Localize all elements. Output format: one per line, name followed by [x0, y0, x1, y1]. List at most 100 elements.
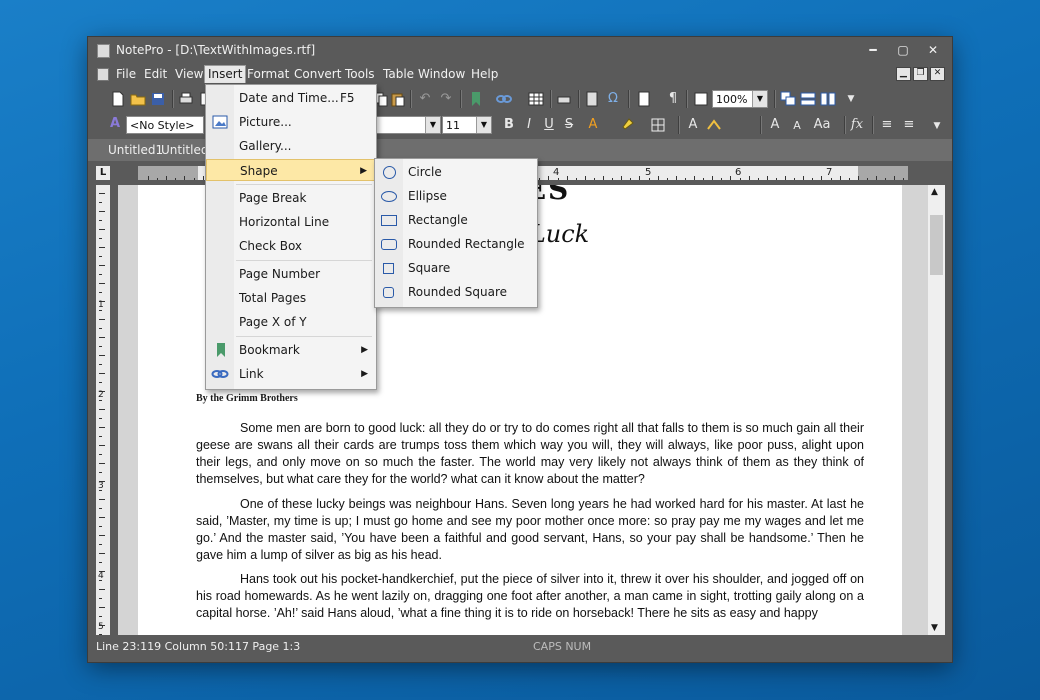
open-folder-icon[interactable]	[130, 91, 146, 107]
menu-format[interactable]: Format	[244, 66, 292, 83]
symbol-omega-icon[interactable]: Ω	[604, 91, 622, 107]
insert-page-icon[interactable]	[636, 91, 652, 107]
scroll-up-icon[interactable]: ▲	[931, 187, 938, 197]
mdi-close-button[interactable]: ✕	[930, 67, 945, 81]
menu-item-circle[interactable]: Circle	[375, 161, 537, 183]
menu-item-page-x-of-y[interactable]: Page X of Y	[206, 311, 376, 333]
menu-item-shape[interactable]: Shape ▶	[206, 159, 376, 181]
menu-file[interactable]: File	[113, 66, 139, 83]
menu-table[interactable]: Table	[380, 66, 417, 83]
shrink-font-button[interactable]: A	[788, 118, 806, 134]
change-case-button[interactable]: Aa	[810, 117, 834, 133]
formula-button[interactable]: fx	[848, 117, 866, 133]
menu-item-date-time[interactable]: Date and Time... F5	[206, 87, 376, 109]
menu-window[interactable]: Window	[415, 66, 468, 83]
scroll-down-icon[interactable]: ▼	[931, 623, 938, 633]
paragraph: Hans took out his pocket-handkerchief, p…	[196, 572, 864, 620]
ruler-number: 2	[98, 390, 104, 400]
bold-button[interactable]: B	[500, 117, 518, 133]
styles-icon[interactable]: A	[106, 116, 124, 132]
menu-item-link[interactable]: Link ▶	[206, 363, 376, 385]
borders-icon[interactable]	[650, 117, 666, 133]
tab-untitled1[interactable]: Untitled1	[108, 143, 163, 157]
zoom-value: 100%	[716, 93, 748, 106]
font-size-combo[interactable]: 11 ▼	[442, 116, 492, 134]
paste-icon[interactable]	[390, 91, 406, 107]
zoom-page-icon[interactable]	[693, 91, 709, 107]
menu-item-gallery[interactable]: Gallery...	[206, 135, 376, 157]
vertical-ruler[interactable]: 1 2 3 4 5	[96, 185, 110, 635]
menu-item-square[interactable]: Square	[375, 257, 537, 279]
bookmark-icon[interactable]	[468, 91, 484, 107]
strikethrough-button[interactable]: S	[560, 117, 578, 133]
mdi-restore-button[interactable]: ❐	[913, 67, 928, 81]
ruler-number: 6	[735, 167, 742, 178]
toolbar-overflow-icon[interactable]: ▼	[928, 118, 946, 134]
print-icon[interactable]	[178, 91, 194, 107]
ruler-number: 7	[826, 167, 833, 178]
vertical-scrollbar[interactable]: ▲ ▼	[928, 185, 945, 635]
font-name-combo[interactable]: ▼	[375, 116, 441, 134]
toolbar-overflow-icon[interactable]: ▼	[842, 91, 860, 107]
paragraph: Some men are born to good luck: all they…	[196, 421, 864, 486]
menu-item-rounded-rectangle[interactable]: Rounded Rectangle	[375, 233, 537, 255]
paragraph-mark-icon[interactable]: ¶	[664, 91, 682, 107]
uppercase-button[interactable]: A	[684, 117, 702, 133]
picture-icon	[212, 115, 228, 129]
underline-button[interactable]: U	[540, 117, 558, 133]
menu-tools[interactable]: Tools	[342, 66, 378, 83]
align-left-icon[interactable]: ≡	[878, 117, 896, 133]
style-combo[interactable]: <No Style>	[126, 116, 204, 134]
printer-icon[interactable]	[556, 91, 572, 107]
mdi-minimize-button[interactable]: ▁	[896, 67, 911, 81]
rounded-rectangle-icon	[381, 239, 397, 250]
font-color-button[interactable]: A	[584, 117, 602, 133]
menu-item-ellipse[interactable]: Ellipse	[375, 185, 537, 207]
status-bar: Line 23:119 Column 50:117 Page 1:3 CAPS …	[88, 637, 952, 657]
menu-item-rounded-square[interactable]: Rounded Square	[375, 281, 537, 303]
menu-item-horizontal-line[interactable]: Horizontal Line	[206, 211, 376, 233]
menu-insert[interactable]: Insert	[204, 65, 247, 83]
menu-item-page-number[interactable]: Page Number	[206, 263, 376, 285]
menu-item-rectangle[interactable]: Rectangle	[375, 209, 537, 231]
cascade-windows-icon[interactable]	[780, 91, 796, 107]
tab-stop-selector[interactable]: L	[96, 166, 110, 180]
menu-item-bookmark[interactable]: Bookmark ▶	[206, 339, 376, 361]
save-icon[interactable]	[150, 91, 166, 107]
close-button[interactable]: ✕	[918, 40, 948, 60]
menu-item-picture[interactable]: Picture...	[206, 111, 376, 133]
redo-icon[interactable]: ↷	[437, 91, 455, 107]
link-icon[interactable]	[496, 91, 512, 107]
undo-icon[interactable]: ↶	[416, 91, 434, 107]
document-icon[interactable]	[97, 68, 109, 81]
minimize-button[interactable]: ━	[858, 40, 888, 60]
calculator-icon[interactable]	[584, 91, 600, 107]
clear-format-icon[interactable]	[706, 117, 722, 133]
menu-bar: File Edit View Insert Format Convert Too…	[88, 63, 952, 85]
align-center-icon[interactable]: ≡	[900, 117, 918, 133]
bookmark-icon	[217, 343, 225, 357]
tile-horizontal-icon[interactable]	[800, 91, 816, 107]
table-icon[interactable]	[528, 91, 544, 107]
menu-item-page-break[interactable]: Page Break	[206, 187, 376, 209]
chevron-down-icon[interactable]: ▼	[752, 91, 767, 107]
new-document-icon[interactable]	[110, 91, 126, 107]
maximize-button[interactable]: ▢	[888, 40, 918, 60]
highlight-icon[interactable]	[620, 117, 636, 133]
menu-item-check-box[interactable]: Check Box	[206, 235, 376, 257]
chevron-down-icon[interactable]: ▼	[476, 117, 491, 133]
zoom-combo[interactable]: 100% ▼	[712, 90, 768, 108]
ruler-number: 5	[98, 622, 104, 632]
italic-button[interactable]: I	[520, 117, 538, 133]
menu-help[interactable]: Help	[468, 66, 501, 83]
app-icon	[97, 44, 110, 58]
scrollbar-thumb[interactable]	[930, 215, 943, 275]
menu-item-total-pages[interactable]: Total Pages	[206, 287, 376, 309]
menu-view[interactable]: View	[172, 66, 206, 83]
menu-convert[interactable]: Convert	[291, 66, 344, 83]
link-icon	[211, 370, 229, 378]
menu-edit[interactable]: Edit	[141, 66, 170, 83]
grow-font-button[interactable]: A	[766, 117, 784, 133]
tile-vertical-icon[interactable]	[820, 91, 836, 107]
chevron-down-icon[interactable]: ▼	[425, 117, 440, 133]
